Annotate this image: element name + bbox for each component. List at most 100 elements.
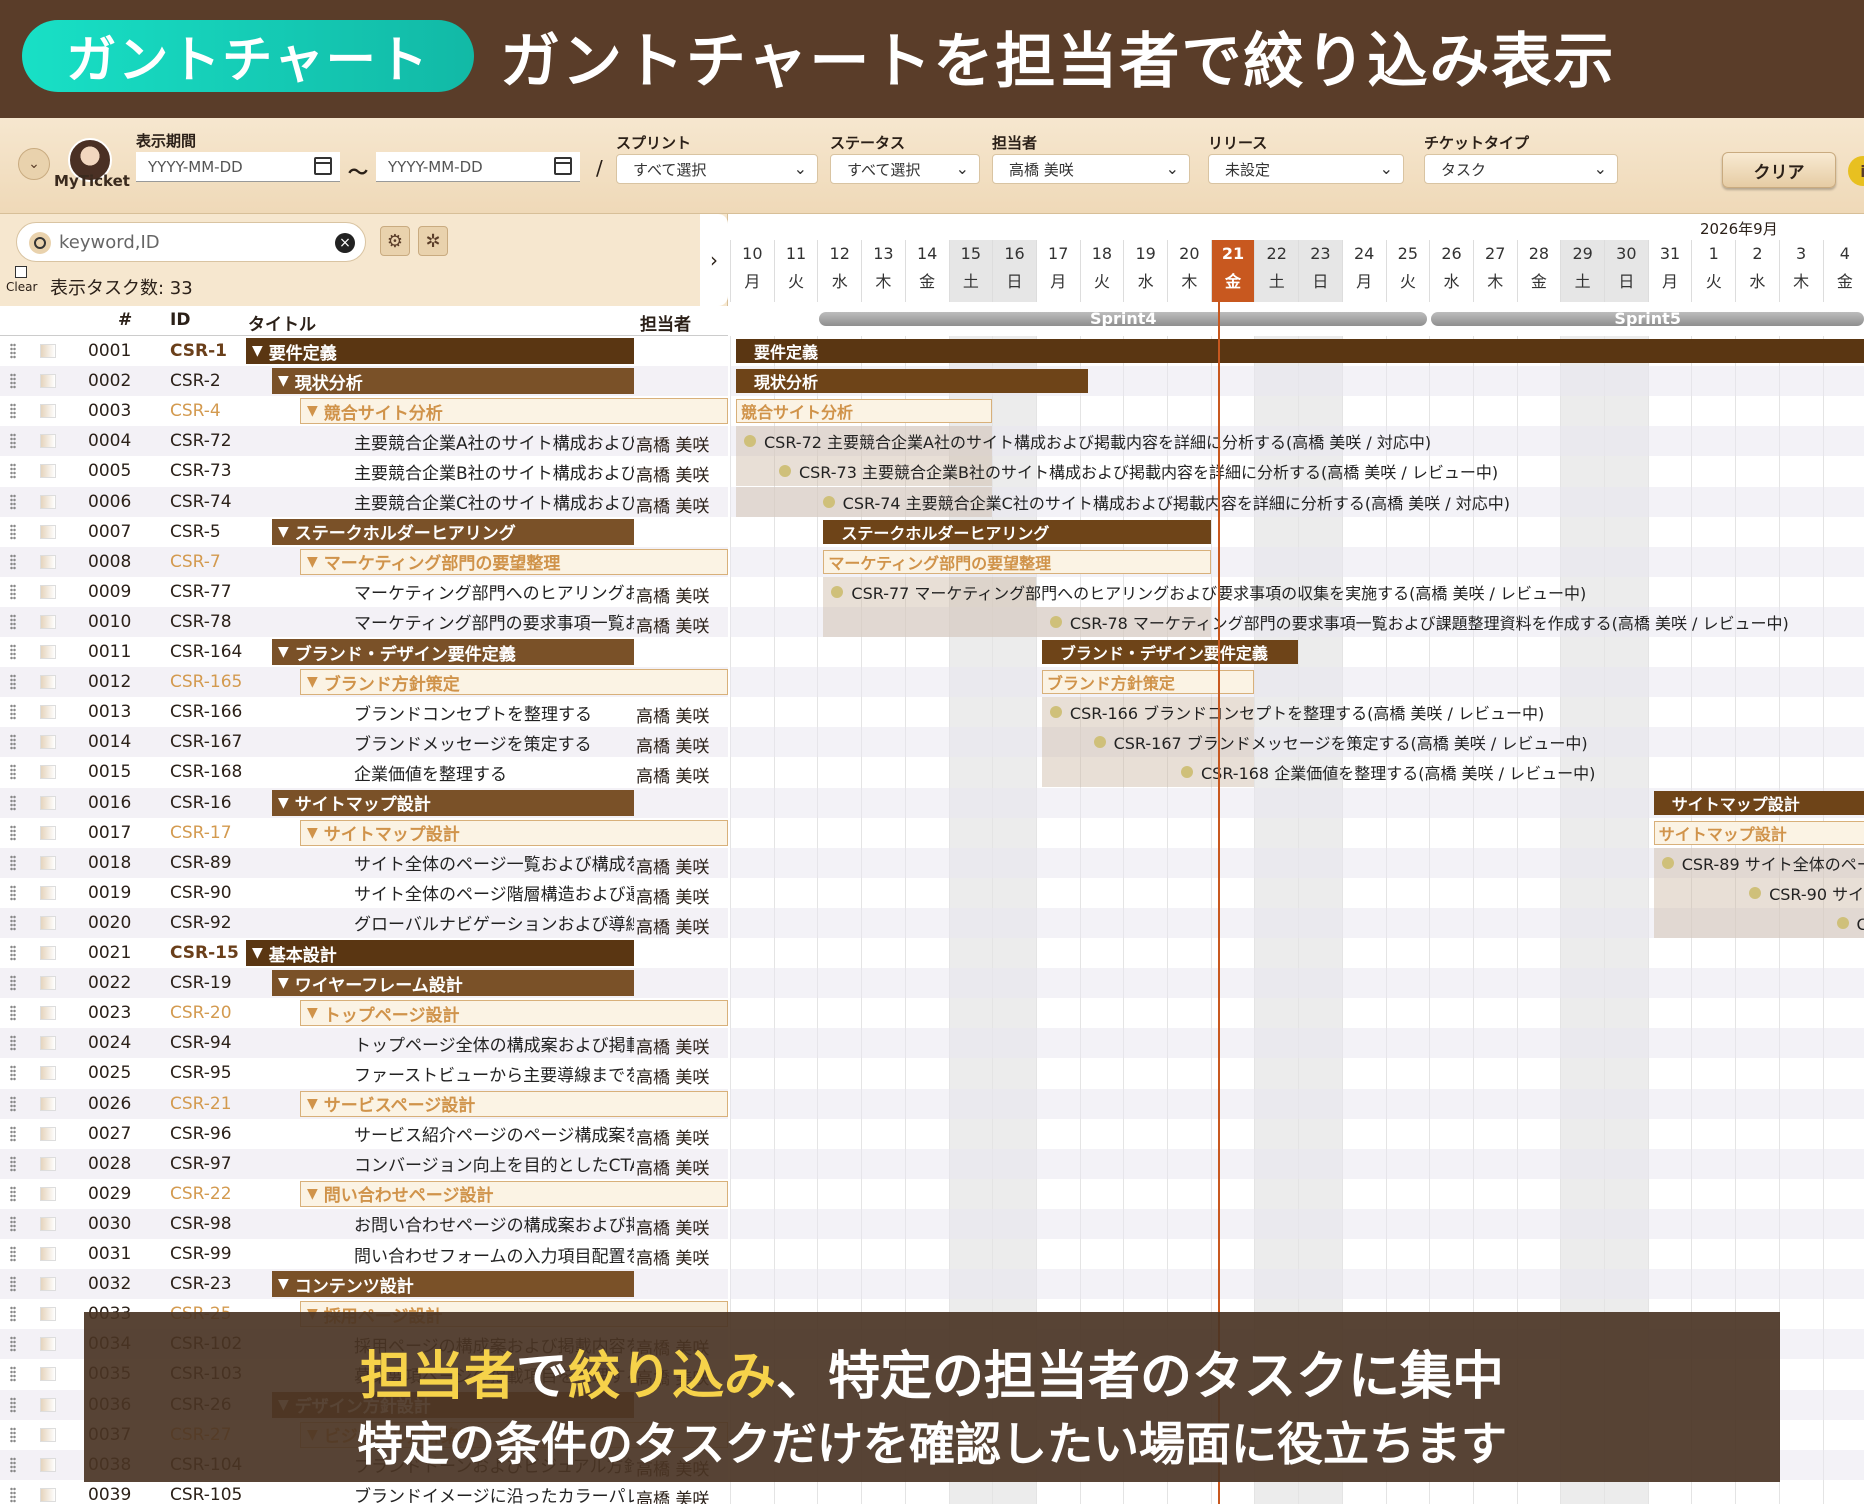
task-title[interactable]: 企業価値を整理する (354, 759, 634, 785)
table-row[interactable]: 0024 CSR-94 トップページ全体の構成案および掲載内容を作成する高橋 美咲 (0, 1028, 728, 1059)
task-title[interactable]: サービス紹介ページのページ構成案を作成する (354, 1121, 634, 1147)
task-title[interactable]: サイト全体のページ階層構造および遷移を設計する (354, 880, 634, 906)
ticket-id[interactable]: CSR-20 (170, 1003, 232, 1023)
drag-handle-icon[interactable] (10, 553, 16, 570)
task-title[interactable]: ▼ ブランド方針策定 (300, 669, 728, 696)
task-title[interactable]: 主要競合企業B社のサイト構成および掲載内容を詳細に分析する (354, 458, 634, 484)
drag-handle-icon[interactable] (10, 583, 16, 600)
task-title[interactable]: サイト全体のページ一覧および構成を作成する (354, 850, 634, 876)
drag-handle-icon[interactable] (10, 1306, 16, 1323)
ticket-id[interactable]: CSR-4 (170, 401, 221, 421)
caret-down-icon[interactable]: ▼ (278, 975, 289, 991)
ticket-id[interactable]: CSR-94 (170, 1033, 232, 1053)
gantt-task-label[interactable]: CSR-89 サイト全体のページ一覧および構成を作成する (1661, 851, 1864, 875)
drag-handle-icon[interactable] (10, 1246, 16, 1262)
task-title[interactable]: トップページ全体の構成案および掲載内容を作成する (354, 1030, 634, 1056)
table-row[interactable]: 0005 CSR-73 主要競合企業B社のサイト構成および掲載内容を詳細に分析する高… (0, 456, 728, 486)
table-row[interactable]: 0010 CSR-78 マーケティング部門の要求事項一覧および課題整理資料を作成する… (0, 606, 728, 637)
table-row[interactable]: 0029 CSR-22 ▼ 問い合わせページ設計 (0, 1179, 728, 1209)
ticket-id[interactable]: CSR-74 (170, 492, 232, 512)
drag-handle-icon[interactable] (10, 704, 16, 721)
gantt-task-label[interactable]: CSR-78 マーケティング部門の要求事項一覧および課題整理資料を作成する(高橋… (1049, 610, 1789, 634)
task-title[interactable]: ▼ ワイヤーフレーム設計 (272, 970, 634, 997)
drag-handle-icon[interactable] (10, 523, 16, 540)
gantt-group-bar[interactable]: ステークホルダーヒアリング (823, 519, 1211, 544)
drag-handle-icon[interactable] (10, 884, 16, 901)
drag-handle-icon[interactable] (10, 1095, 16, 1112)
ticket-id[interactable]: CSR-19 (170, 973, 232, 993)
chevron-down-icon[interactable]: ⌄ (18, 148, 50, 180)
gantt-task-label[interactable]: CSR-92 グローバルナビゲーションおよび導線を設計する (1836, 911, 1864, 935)
ticket-id[interactable]: CSR-166 (170, 702, 242, 722)
clear-checkbox[interactable]: Clear (6, 266, 37, 294)
task-title[interactable]: ▼ サイトマップ設計 (272, 789, 634, 816)
drag-handle-icon[interactable] (10, 1005, 16, 1022)
drag-handle-icon[interactable] (10, 1366, 16, 1383)
table-row[interactable]: 0017 CSR-17 ▼ サイトマップ設計 (0, 818, 728, 848)
ticket-id[interactable]: CSR-23 (170, 1274, 232, 1294)
ticket-id[interactable]: CSR-92 (170, 913, 232, 933)
drag-handle-icon[interactable] (10, 343, 16, 359)
table-row[interactable]: 0021 CSR-15 ▼ 基本設計 (0, 938, 728, 968)
drag-handle-icon[interactable] (10, 1336, 16, 1353)
ticket-id[interactable]: CSR-21 (170, 1094, 232, 1114)
sprint-bar[interactable]: Sprint4 (819, 312, 1428, 326)
ticket-type-select[interactable]: タスク ⌄ (1424, 154, 1618, 184)
drag-handle-icon[interactable] (10, 794, 16, 811)
search-input[interactable]: keyword,ID × (16, 222, 366, 262)
ticket-id[interactable]: CSR-96 (170, 1124, 232, 1144)
table-row[interactable]: 0006 CSR-74 主要競合企業C社のサイト構成および掲載内容を詳細に分析する高… (0, 486, 728, 517)
gantt-group-bar[interactable]: サイトマップ設計 (1653, 790, 1864, 815)
table-row[interactable]: 0016 CSR-16 ▼ サイトマップ設計 (0, 787, 728, 818)
table-row[interactable]: 0015 CSR-168 企業価値を整理する 高橋 美咲 (0, 757, 728, 787)
table-row[interactable]: 0008 CSR-7 ▼ マーケティング部門の要望整理 (0, 546, 728, 577)
gantt-group-bar[interactable]: 競合サイト分析 (736, 399, 993, 424)
gantt-task-label[interactable]: CSR-73 主要競合企業B社のサイト構成および掲載内容を詳細に分析する(高橋 … (778, 459, 1498, 483)
table-row[interactable]: 0030 CSR-98 お問い合わせページの構成案および掲載内容を作成する高橋 美咲 (0, 1208, 728, 1239)
ticket-id[interactable]: CSR-78 (170, 612, 232, 632)
table-row[interactable]: 0011 CSR-164 ▼ ブランド・デザイン要件定義 (0, 637, 728, 667)
task-title[interactable]: ブランドイメージに沿ったカラーパレットを策定する (354, 1482, 634, 1504)
drag-handle-icon[interactable] (10, 975, 16, 992)
table-row[interactable]: 0009 CSR-77 マーケティング部門へのヒアリングおよび要求事項の収集を実施す… (0, 577, 728, 607)
ticket-id[interactable]: CSR-2 (170, 371, 221, 391)
ticket-id[interactable]: CSR-1 (170, 341, 227, 361)
table-row[interactable]: 0022 CSR-19 ▼ ワイヤーフレーム設計 (0, 968, 728, 999)
table-row[interactable]: 0019 CSR-90 サイト全体のページ階層構造および遷移を設計する高橋 美咲 (0, 878, 728, 908)
table-row[interactable]: 0004 CSR-72 主要競合企業A社のサイト構成および掲載内容を詳細に分析する高… (0, 426, 728, 457)
caret-down-icon[interactable]: ▼ (307, 674, 318, 690)
caret-down-icon[interactable]: ▼ (278, 524, 289, 540)
start-date-input[interactable]: YYYY-MM-DD (136, 152, 340, 182)
task-title[interactable]: ▼ サイトマップ設計 (300, 819, 728, 846)
table-row[interactable]: 0012 CSR-165 ▼ ブランド方針策定 (0, 667, 728, 698)
task-title[interactable]: ▼ マーケティング部門の要望整理 (300, 548, 728, 575)
drag-handle-icon[interactable] (10, 644, 16, 660)
table-row[interactable]: 0023 CSR-20 ▼ トップページ設計 (0, 998, 728, 1028)
drag-handle-icon[interactable] (10, 1456, 16, 1473)
caret-down-icon[interactable]: ▼ (307, 825, 318, 841)
chevron-right-icon[interactable]: › (700, 214, 728, 306)
table-row[interactable]: 0013 CSR-166 ブランドコンセプトを整理する 高橋 美咲 (0, 697, 728, 727)
task-title[interactable]: ▼ トップページ設計 (300, 1000, 728, 1027)
ticket-id[interactable]: CSR-168 (170, 762, 242, 782)
task-title[interactable]: ▼ 競合サイト分析 (300, 398, 728, 425)
drag-handle-icon[interactable] (10, 854, 16, 871)
calendar-icon[interactable] (554, 157, 572, 175)
drag-handle-icon[interactable] (10, 734, 16, 751)
table-row[interactable]: 0025 CSR-95 ファーストビューから主要導線までを設計する高橋 美咲 (0, 1058, 728, 1088)
auto-schedule-icon[interactable]: ⚙ (380, 226, 410, 256)
ticket-id[interactable]: CSR-22 (170, 1184, 232, 1204)
release-select[interactable]: 未設定 ⌄ (1208, 154, 1404, 184)
drag-handle-icon[interactable] (10, 914, 16, 931)
task-title[interactable]: ▼ 要件定義 (246, 338, 634, 364)
caret-down-icon[interactable]: ▼ (252, 945, 263, 961)
task-title[interactable]: マーケティング部門の要求事項一覧および課題整理資料を作成する (354, 609, 634, 635)
ticket-id[interactable]: CSR-15 (170, 943, 239, 963)
gantt-group-bar[interactable]: マーケティング部門の要望整理 (823, 549, 1211, 574)
ticket-id[interactable]: CSR-90 (170, 883, 232, 903)
calendar-icon[interactable] (314, 157, 332, 175)
drag-handle-icon[interactable] (10, 433, 16, 450)
caret-down-icon[interactable]: ▼ (307, 1005, 318, 1021)
task-title[interactable]: お問い合わせページの構成案および掲載内容を作成する (354, 1211, 634, 1237)
drag-handle-icon[interactable] (10, 403, 16, 420)
